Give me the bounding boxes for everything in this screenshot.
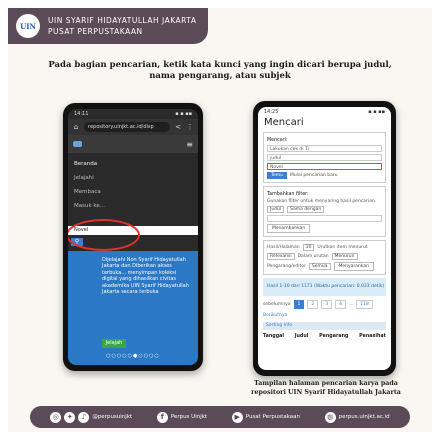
more-icon[interactable]: ⋮ [186,123,194,131]
site-logo[interactable] [73,141,82,147]
facebook-name[interactable]: Perpus Uinjkt [171,414,207,420]
sort-info-bar[interactable]: Sorting Info [263,322,386,330]
search-label: Mencari: [267,138,288,143]
infographic-card: UIN UIN SYARIF HIDAYATULLAH JAKARTA PUSA… [8,8,432,432]
rpp-select[interactable]: 10 [302,244,315,251]
results-table-header: Tanggal Judul Pengarang Penasihat [263,334,386,339]
site-navbar: ≡ [68,135,198,153]
next-link[interactable]: Berikutnya [263,313,386,318]
globe-icon[interactable]: ◍ [324,411,336,423]
search-form: Mencari: Lakukan cek di Ti judul Novel T… [263,132,386,183]
filter-field-select[interactable]: Judul [267,206,285,213]
page-1[interactable]: 1 [293,300,305,309]
hamburger-menu-icon[interactable]: ≡ [186,140,193,149]
phone2-screen: 14:25 ▪ ▪ ▪▪ Mencari Mencari: Lakukan ce… [258,107,391,370]
menu-item-login[interactable]: Masuk ke... [74,199,192,213]
youtube-icon[interactable]: ▶ [231,411,243,423]
menu-item-browse[interactable]: Jelajahi [74,171,192,185]
menu-item-home[interactable]: Beranda [74,157,192,171]
header-institution: UIN SYARIF HIDAYATULLAH JAKARTA [48,16,197,25]
prev-link[interactable]: sebelumnya [263,302,291,307]
carousel-dots[interactable]: ○○○○○●○○○○ [98,353,168,359]
scope-select[interactable]: Lakukan cek di Ti [267,145,382,152]
display-options: Hasil/Halaman 10 Urutkan item menurut Re… [263,240,386,275]
promo-panel: Dijelajahi Non Syarif Hidayatullah Jakar… [68,251,198,365]
caption-line1: Tampilan halaman pencarian karya pada [254,380,398,387]
highlight-circle [68,219,140,251]
result-info: Hasil 1-10 dari 1171 (Waktu pencarian: 0… [263,278,386,296]
nav-menu: Beranda Jelajahi Membaca Masuk ke... [68,153,198,217]
sort-select[interactable]: Relevansi [267,253,295,260]
page-4[interactable]: 4 [335,300,346,309]
footer-social-bar: ◎ ✦ ♪ @perpusuinjkt f Perpus Uinjkt ▶ Pu… [30,406,410,428]
facebook-icon[interactable]: f [156,411,168,423]
filter-title: Tambahkan filter: [267,192,309,197]
status-bar: 14:11 ▪ ▪ ▪▪ [74,111,192,117]
social-handle[interactable]: @perpusuinjkt [92,414,132,420]
add-filter-button[interactable]: Menambahkan [267,224,311,233]
phone-search-page-screenshot: 14:25 ▪ ▪ ▪▪ Mencari Mencari: Lakukan ce… [253,101,396,376]
order-select[interactable]: Menurun [331,253,358,260]
header-department: PUSAT PERPUSTAKAAN [48,27,143,36]
new-search-link[interactable]: Mulai pencarian baru [290,173,338,178]
website-link[interactable]: perpus.uinjkt.ac.id [339,414,390,420]
update-button[interactable]: Menyarankan [333,262,375,271]
menu-item-read[interactable]: Membaca [74,185,192,199]
header-banner: UIN UIN SYARIF HIDAYATULLAH JAKARTA PUSA… [8,8,208,44]
phone1-screen: 14:11 ▪ ▪ ▪▪ ⌂ repository.uinjkt.ac.id/d… [68,109,198,365]
filter-op-select[interactable]: Sama dengan [287,206,325,213]
promo-text: Dijelajahi Non Syarif Hidayatullah Jakar… [102,257,189,296]
instruction-heading-line1: Pada bagian pencarian, ketik kata kunci … [48,60,392,70]
filter-hint: Gunakan filter untuk menyaring hasil pen… [267,199,377,204]
promo-button[interactable]: Jelajah [102,339,126,348]
browser-url-bar[interactable]: ⌂ repository.uinjkt.ac.id/disp < ⋮ [68,119,198,135]
page-last[interactable]: 118 [356,300,373,309]
url-field[interactable]: repository.uinjkt.ac.id/disp [84,122,170,132]
instruction-heading-line2: nama pengarang, atau subjek [149,71,291,81]
status-bar: 14:25 ▪ ▪ ▪▪ [264,109,385,115]
author-select[interactable]: Semua [308,263,331,270]
filter-panel: Tambahkan filter: Gunakan filter untuk m… [263,186,386,237]
share-icon[interactable]: < [174,123,182,131]
page-title: Mencari [264,117,304,128]
pagination: sebelumnya 1 2 3 4 ... 118 [263,300,386,309]
page-2[interactable]: 2 [307,300,319,309]
caption-line2: repositori UIN Syarif Hidayatullah Jakar… [251,389,401,396]
twitter-icon[interactable]: ✦ [64,411,76,423]
query-input[interactable]: Novel [267,163,382,170]
filter-value-input[interactable] [267,215,382,222]
phone-mobile-screenshot: 14:11 ▪ ▪ ▪▪ ⌂ repository.uinjkt.ac.id/d… [63,103,203,371]
page-3[interactable]: 3 [321,300,333,309]
field-select[interactable]: judul [267,154,382,161]
home-icon[interactable]: ⌂ [72,123,80,131]
uin-logo: UIN [16,14,40,38]
youtube-name[interactable]: Pusat Perpustakaan [246,414,300,420]
tiktok-icon[interactable]: ♪ [78,411,90,423]
instagram-icon[interactable]: ◎ [50,411,62,423]
go-button[interactable]: Temu [267,172,287,179]
